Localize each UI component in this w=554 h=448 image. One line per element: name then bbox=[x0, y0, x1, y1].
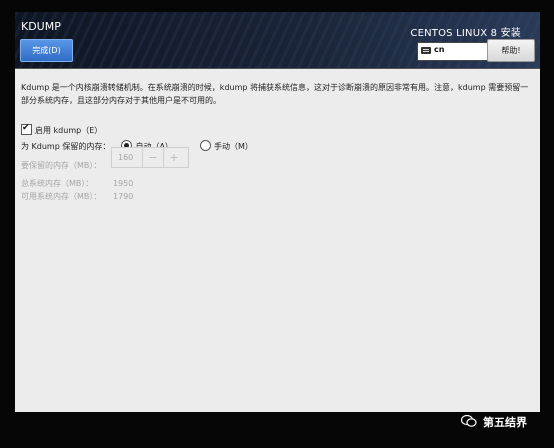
total-memory-label: 总系统内存（MB）： bbox=[21, 179, 94, 188]
usable-memory-row: 可用系统内存（MB）： 1790 bbox=[21, 190, 133, 203]
checkbox-box[interactable] bbox=[21, 122, 32, 135]
total-memory-value: 1950 bbox=[113, 179, 134, 188]
radio-manual[interactable]: 手动（M） bbox=[200, 140, 253, 151]
reserved-memory-label: 要保留的内存（MB）： bbox=[21, 161, 102, 170]
enable-kdump-checkbox[interactable]: 启用 kdump（E） bbox=[21, 122, 103, 137]
usable-memory-label: 可用系统内存（MB）： bbox=[21, 192, 102, 201]
install-title: CENTOS LINUX 8 安装 bbox=[410, 28, 521, 39]
enable-kdump-label: 启用 kdump（E） bbox=[35, 126, 103, 135]
done-button[interactable]: 完成(D) bbox=[20, 39, 73, 62]
keyboard-layout-label: cn bbox=[434, 45, 445, 54]
watermark-text: 第五结界 bbox=[483, 416, 527, 429]
reserved-memory-value[interactable]: 160 bbox=[118, 148, 133, 167]
keyboard-icon bbox=[421, 47, 431, 54]
reserve-label: 为 Kdump 保留的内存： bbox=[21, 142, 111, 151]
wechat-icon bbox=[461, 414, 477, 427]
page-title: KDUMP bbox=[21, 20, 61, 33]
keyboard-layout-indicator[interactable]: cn bbox=[417, 42, 488, 61]
total-memory-row: 总系统内存（MB）： 1950 bbox=[21, 177, 133, 190]
header-bar: KDUMP 完成(D) CENTOS LINUX 8 安装 cn 帮助! bbox=[15, 12, 540, 69]
reserved-memory-spinbutton[interactable]: 160 − + bbox=[111, 147, 189, 168]
radio-manual-circle[interactable] bbox=[200, 140, 212, 151]
radio-manual-label: 手动（M） bbox=[214, 142, 253, 151]
increment-button[interactable]: + bbox=[163, 148, 184, 167]
usable-memory-value: 1790 bbox=[113, 192, 134, 201]
decrement-button[interactable]: − bbox=[142, 148, 163, 167]
installer-window: KDUMP 完成(D) CENTOS LINUX 8 安装 cn 帮助! Kdu… bbox=[15, 12, 540, 412]
kdump-description: Kdump 是一个内核崩溃转储机制。在系统崩溃的时候，kdump 将捕获系统信息… bbox=[21, 83, 529, 105]
help-button[interactable]: 帮助! bbox=[487, 39, 535, 62]
